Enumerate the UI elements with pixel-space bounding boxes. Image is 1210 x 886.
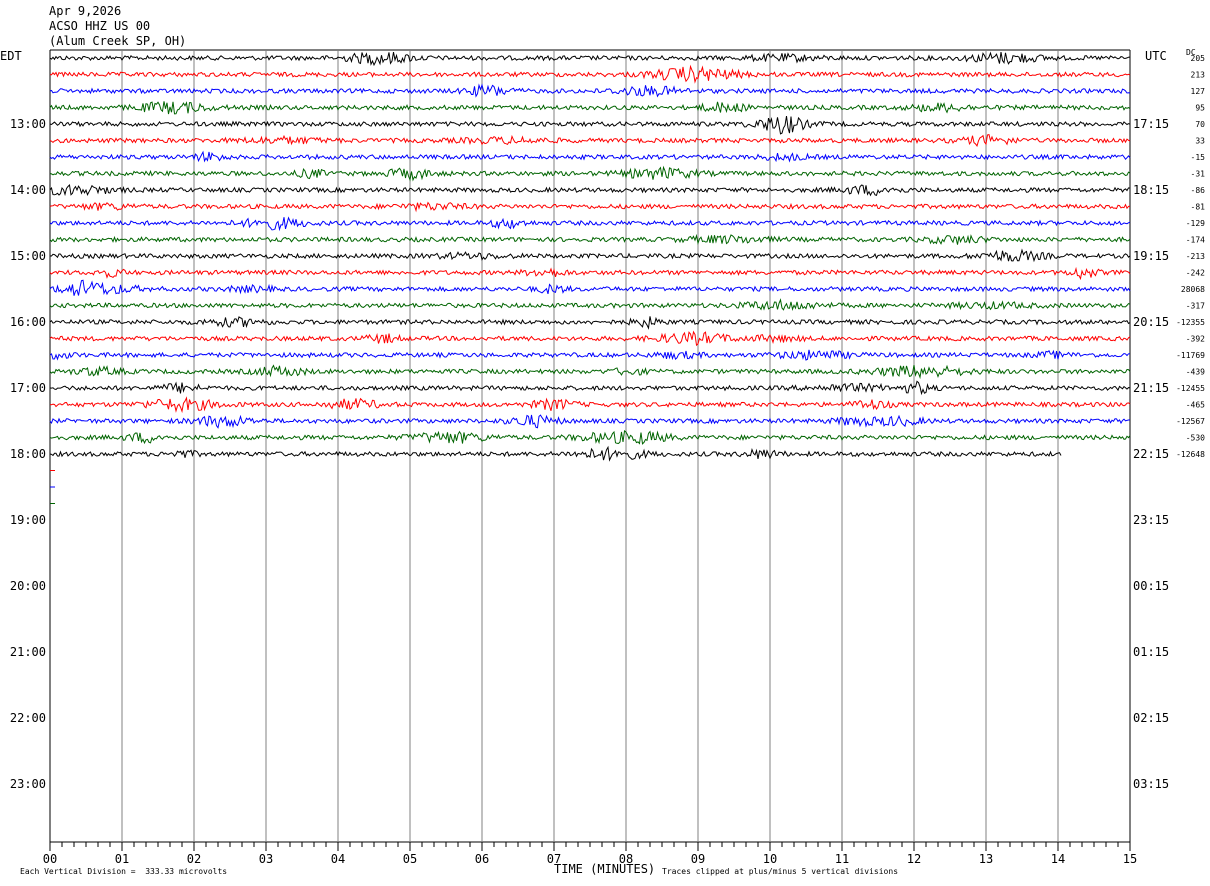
x-tick-label: 04 xyxy=(331,852,345,866)
left-hour-label: 21:00 xyxy=(10,645,46,659)
dc-offset-label: -465 xyxy=(1186,401,1205,410)
x-tick-label: 15 xyxy=(1123,852,1137,866)
x-tick-label: 14 xyxy=(1051,852,1065,866)
seismic-trace xyxy=(49,316,1131,330)
seismic-trace xyxy=(49,51,1131,67)
dc-offset-label: -12648 xyxy=(1176,450,1205,459)
seismic-trace xyxy=(49,150,1131,163)
seismic-trace xyxy=(49,116,1131,135)
dc-offset-label: -530 xyxy=(1186,434,1205,443)
right-hour-label: 01:15 xyxy=(1133,645,1169,659)
x-tick-label: 13 xyxy=(979,852,993,866)
seismic-trace xyxy=(49,298,1131,311)
right-hour-label: 19:15 xyxy=(1133,249,1169,263)
seismic-trace xyxy=(49,83,1131,98)
dc-offset-label: -242 xyxy=(1186,269,1205,278)
left-hour-label: 23:00 xyxy=(10,777,46,791)
x-tick-label: 06 xyxy=(475,852,489,866)
scale-note: Each Vertical Division = 333.33 microvol… xyxy=(20,867,228,876)
x-tick-label: 05 xyxy=(403,852,417,866)
left-hour-label: 20:00 xyxy=(10,579,46,593)
seismic-trace xyxy=(49,165,1131,182)
seismic-trace xyxy=(49,64,1131,84)
left-hour-label: 14:00 xyxy=(10,183,46,197)
left-hour-label: 22:00 xyxy=(10,711,46,725)
x-tick-label: 02 xyxy=(187,852,201,866)
dc-offset-label: -439 xyxy=(1186,368,1205,377)
x-tick-label: 11 xyxy=(835,852,849,866)
seismic-trace xyxy=(49,396,1131,414)
seismic-trace xyxy=(49,183,1131,197)
dc-offset-label: -213 xyxy=(1186,252,1205,261)
x-tick-label: 01 xyxy=(115,852,129,866)
right-hour-label: 22:15 xyxy=(1133,447,1169,461)
seismic-trace xyxy=(49,330,1131,347)
x-tick-label: 10 xyxy=(763,852,777,866)
dc-offset-label: -12455 xyxy=(1176,384,1205,393)
dc-offset-label: 95 xyxy=(1195,104,1205,113)
helicorder-chart: 00 01 02 03 04 05 06 07 08 09 10 11 12 13 14 1513:0014:… xyxy=(10,49,1206,866)
seismic-trace xyxy=(49,216,1131,232)
dc-offset-label: -129 xyxy=(1186,219,1205,228)
right-hour-label: 17:15 xyxy=(1133,117,1169,131)
seismic-trace xyxy=(49,134,1131,147)
x-tick-label: 03 xyxy=(259,852,273,866)
x-axis-label: TIME (MINUTES) xyxy=(554,862,656,876)
right-hour-label: 20:15 xyxy=(1133,315,1169,329)
seismic-trace xyxy=(49,380,1131,396)
seismic-trace xyxy=(49,414,1131,429)
dc-offset-label: -15 xyxy=(1191,153,1206,162)
seismic-trace xyxy=(49,445,1062,462)
dc-offset-label: -81 xyxy=(1191,203,1206,212)
dc-offset-label: 70 xyxy=(1195,120,1205,129)
x-tick-label: 00 xyxy=(43,852,57,866)
left-hour-label: 17:00 xyxy=(10,381,46,395)
dc-offset-label: 28068 xyxy=(1181,285,1205,294)
x-tick-label: 12 xyxy=(907,852,921,866)
dc-offset-label: 127 xyxy=(1191,87,1206,96)
right-hour-label: 21:15 xyxy=(1133,381,1169,395)
dc-offset-label: -12355 xyxy=(1176,318,1205,327)
dc-offset-label: -317 xyxy=(1186,302,1205,311)
dc-offset-label: 33 xyxy=(1195,137,1205,146)
right-hour-label: 23:15 xyxy=(1133,513,1169,527)
dc-offset-label: -11769 xyxy=(1176,351,1205,360)
seismic-trace xyxy=(49,233,1131,245)
dc-offset-label: -174 xyxy=(1186,236,1205,245)
dc-offset-label: 205 xyxy=(1191,54,1206,63)
seismic-trace xyxy=(49,349,1131,361)
seismic-trace xyxy=(50,248,1131,263)
left-hour-label: 13:00 xyxy=(10,117,46,131)
dc-offset-label: -392 xyxy=(1186,335,1205,344)
right-hour-label: 00:15 xyxy=(1133,579,1169,593)
right-hour-label: 02:15 xyxy=(1133,711,1169,725)
left-hour-label: 16:00 xyxy=(10,315,46,329)
x-tick-label: 09 xyxy=(691,852,705,866)
seismic-trace xyxy=(49,201,1131,213)
right-hour-label: 03:15 xyxy=(1133,777,1169,791)
seismic-trace xyxy=(49,101,1131,115)
left-hour-label: 18:00 xyxy=(10,447,46,461)
dc-offset-label: -31 xyxy=(1191,170,1206,179)
left-hour-label: 15:00 xyxy=(10,249,46,263)
dc-offset-label: -86 xyxy=(1191,186,1206,195)
dc-offset-label: 213 xyxy=(1191,71,1206,80)
seismic-trace xyxy=(49,429,1131,445)
seismic-trace xyxy=(49,364,1131,380)
seismic-trace xyxy=(49,279,1131,296)
seismic-trace xyxy=(49,266,1131,281)
left-hour-label: 19:00 xyxy=(10,513,46,527)
dc-offset-label: -12567 xyxy=(1176,417,1205,426)
clip-note: Traces clipped at plus/minus 5 vertical … xyxy=(662,867,899,876)
right-hour-label: 18:15 xyxy=(1133,183,1169,197)
